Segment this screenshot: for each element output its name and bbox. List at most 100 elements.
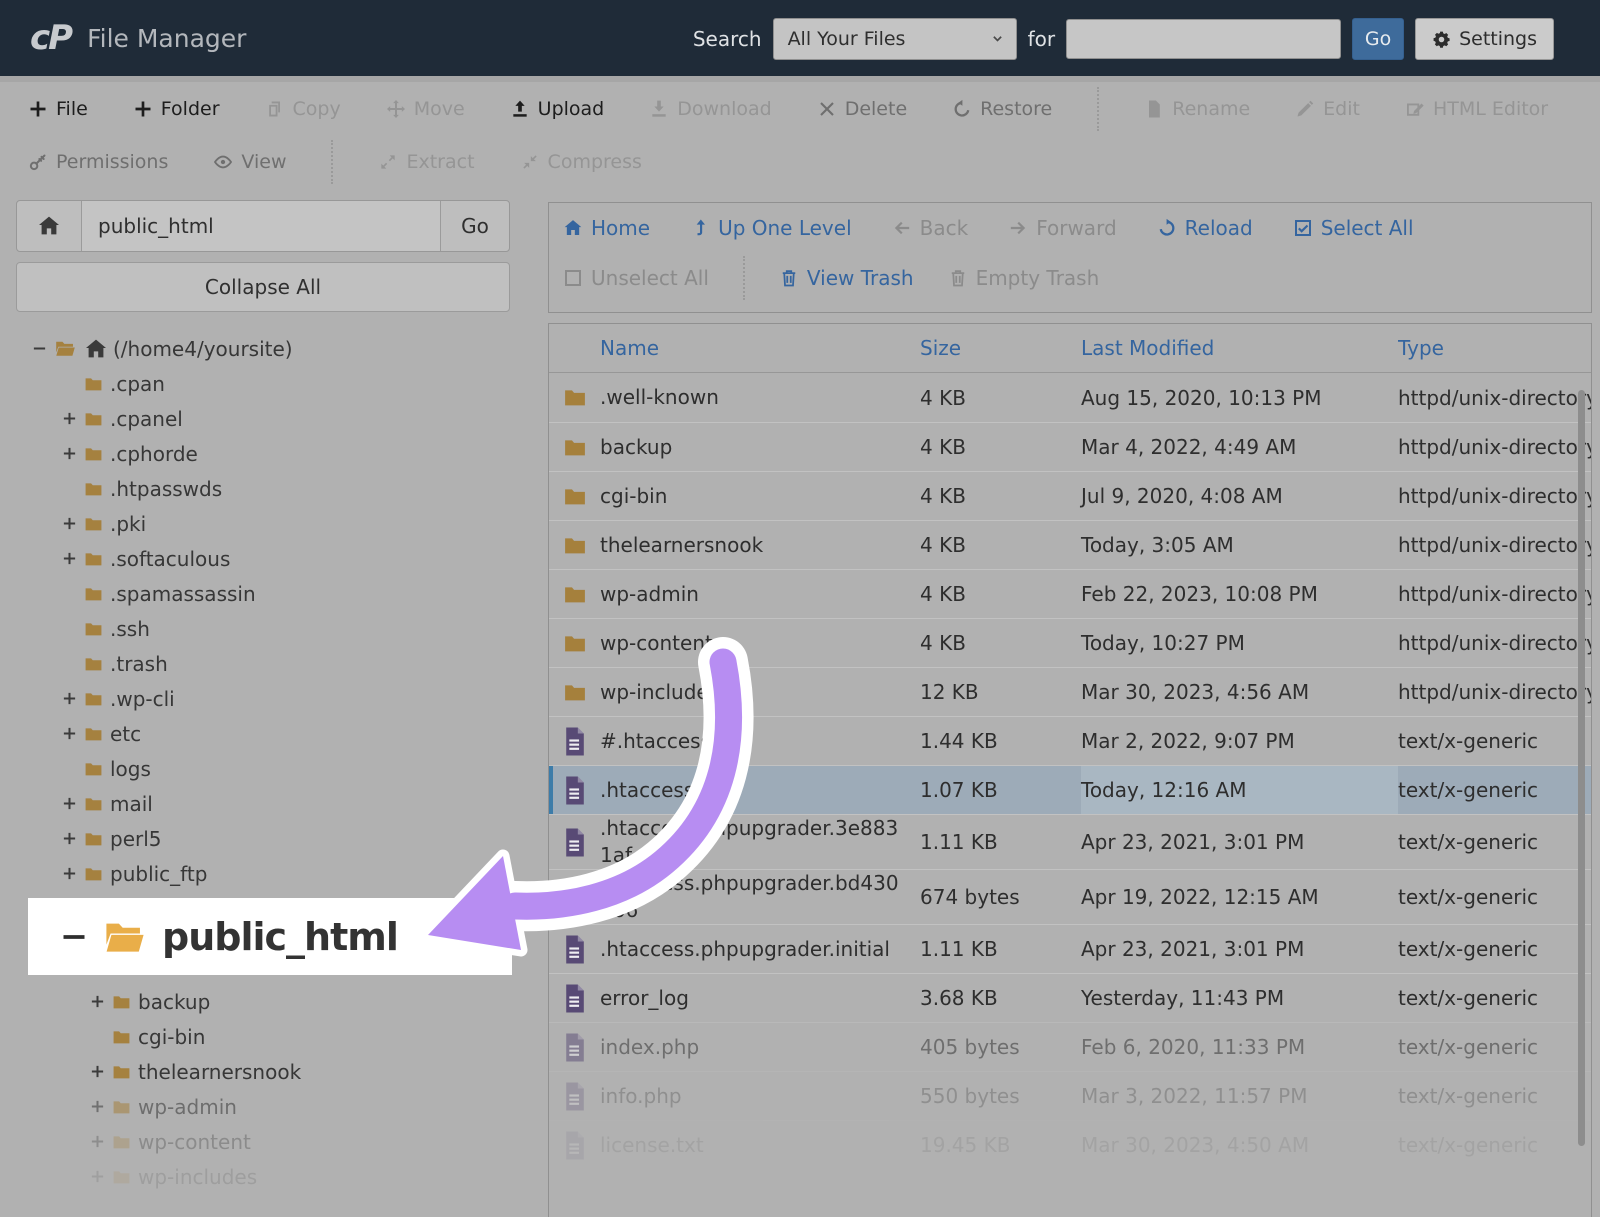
htmledit-icon (1405, 99, 1425, 119)
file-type: httpd/unix-directory (1398, 680, 1591, 704)
settings-button[interactable]: Settings (1415, 18, 1554, 60)
file-size: 4 KB (920, 582, 1081, 606)
toolbar-download[interactable]: Download (649, 98, 771, 120)
file-name: cgi-bin (600, 483, 920, 510)
nav-select-all[interactable]: Select All (1293, 216, 1414, 240)
file-row-license-txt[interactable]: license.txt19.45 KBMar 30, 2023, 4:50 AM… (549, 1120, 1591, 1169)
file-row-index-php[interactable]: index.php405 bytesFeb 6, 2020, 11:33 PMt… (549, 1022, 1591, 1071)
folder-icon (82, 864, 105, 884)
nav-empty-trash[interactable]: Empty Trash (948, 266, 1100, 290)
page-title: File Manager (87, 24, 246, 53)
file-row-info-php[interactable]: info.php550 bytesMar 3, 2022, 11:57 PMte… (549, 1071, 1591, 1120)
nav-forward[interactable]: Forward (1008, 216, 1116, 240)
file-size: 19.45 KB (920, 1133, 1081, 1157)
file-modified: Mar 30, 2023, 4:50 AM (1081, 1121, 1398, 1169)
toolbar-upload[interactable]: Upload (510, 98, 605, 120)
tree-item-htpasswds[interactable]: .htpasswds (16, 471, 516, 506)
tree-item-pki[interactable]: .pki (16, 506, 516, 541)
search-go-button[interactable]: Go (1352, 18, 1404, 60)
file-size: 674 bytes (920, 885, 1081, 909)
folder-icon (560, 484, 590, 509)
toolbar-folder[interactable]: Folder (133, 98, 220, 120)
restore-icon (952, 99, 972, 119)
search-input[interactable] (1066, 19, 1341, 59)
search-label: Search (693, 27, 762, 51)
file-size: 4 KB (920, 435, 1081, 459)
tree-item-wp-includes[interactable]: wp-includes (16, 1159, 516, 1194)
tree-item-wp-content[interactable]: wp-content (16, 1124, 516, 1159)
toolbar-extract[interactable]: Extract (378, 151, 474, 173)
doc-icon (562, 1032, 587, 1063)
folder-icon (82, 724, 105, 744)
file-type: text/x-generic (1398, 830, 1591, 854)
file-row-well-known[interactable]: .well-known4 KBAug 15, 2020, 10:13 PMhtt… (549, 373, 1591, 422)
column-header-size[interactable]: Size (920, 336, 1081, 360)
file-row-backup[interactable]: backup4 KBMar 4, 2022, 4:49 AMhttpd/unix… (549, 422, 1591, 471)
reload-icon (1157, 218, 1177, 238)
folder-icon (82, 479, 105, 499)
tree-item-root[interactable]: (/home4/yoursite) (16, 331, 516, 366)
file-name: .well-known (600, 384, 920, 411)
file-modified: Aug 15, 2020, 10:13 PM (1081, 373, 1398, 422)
plus-icon (62, 691, 77, 706)
trash-icon (948, 268, 968, 288)
trash-icon (779, 268, 799, 288)
nav-unselect-all[interactable]: Unselect All (563, 266, 709, 290)
nav-home[interactable]: Home (563, 216, 650, 240)
toolbar-html-editor[interactable]: HTML Editor (1405, 98, 1548, 120)
toolbar-file[interactable]: File (28, 98, 88, 120)
path-go-button[interactable]: Go (440, 201, 509, 251)
nav-back[interactable]: Back (892, 216, 969, 240)
nav-up-one-level[interactable]: Up One Level (690, 216, 852, 240)
folder-icon (82, 514, 105, 534)
folder-icon (110, 1132, 133, 1152)
column-header-name[interactable]: Name (600, 335, 920, 362)
toolbar-edit[interactable]: Edit (1295, 98, 1360, 120)
home-icon (84, 337, 108, 361)
plus-icon (62, 446, 77, 461)
plus-icon (62, 551, 77, 566)
plus-icon (62, 726, 77, 741)
download-icon (649, 99, 669, 119)
path-input[interactable] (82, 201, 440, 251)
tree-item-wp-admin[interactable]: wp-admin (16, 1089, 516, 1124)
nav-reload[interactable]: Reload (1157, 216, 1253, 240)
tree-item-cpan[interactable]: .cpan (16, 366, 516, 401)
file-manager-window: cP File Manager Search All Your Files fo… (0, 0, 1600, 1217)
plus-icon (90, 1099, 105, 1114)
file-type: text/x-generic (1398, 937, 1591, 961)
column-header-type[interactable]: Type (1398, 336, 1591, 360)
search-scope-select[interactable]: All Your Files (773, 18, 1017, 60)
file-nav-panel: Home Up One Level Back Forward Reload Select … (548, 202, 1592, 313)
file-row-cgi-bin[interactable]: cgi-bin4 KBJul 9, 2020, 4:08 AMhttpd/uni… (549, 471, 1591, 520)
folder-open-icon (52, 337, 79, 360)
file-type: text/x-generic (1398, 1133, 1591, 1157)
folder-icon (82, 444, 105, 464)
toolbar-compress[interactable]: Compress (520, 151, 642, 173)
column-header-last-modified[interactable]: Last Modified (1081, 324, 1398, 372)
file-type: text/x-generic (1398, 885, 1591, 909)
toolbar-restore[interactable]: Restore (952, 98, 1052, 120)
toolbar-move[interactable]: Move (386, 98, 465, 120)
toolbar-view[interactable]: View (213, 151, 286, 173)
path-home-button[interactable] (17, 201, 82, 251)
vertical-scrollbar[interactable] (1578, 390, 1585, 1146)
collapse-all-button[interactable]: Collapse All (16, 262, 510, 312)
brand: cP File Manager (30, 18, 246, 58)
compress-icon (520, 152, 540, 172)
tree-item-cgi-bin[interactable]: cgi-bin (16, 1019, 516, 1054)
tree-item-cphorde[interactable]: .cphorde (16, 436, 516, 471)
file-type: httpd/unix-directory (1398, 435, 1591, 459)
nav-view-trash[interactable]: View Trash (779, 266, 914, 290)
file-name: info.php (600, 1083, 920, 1110)
file-modified: Mar 30, 2023, 4:56 AM (1081, 668, 1398, 716)
tree-item-thelearnersnook[interactable]: thelearnersnook (16, 1054, 516, 1089)
tree-item-cpanel[interactable]: .cpanel (16, 401, 516, 436)
toolbar-rename[interactable]: Rename (1144, 98, 1250, 120)
toolbar-copy[interactable]: Copy (265, 98, 341, 120)
folder-icon (82, 829, 105, 849)
folder-icon (560, 533, 590, 558)
file-size: 4 KB (920, 631, 1081, 655)
toolbar-delete[interactable]: Delete (817, 98, 907, 120)
toolbar-permissions[interactable]: Permissions (28, 151, 168, 173)
